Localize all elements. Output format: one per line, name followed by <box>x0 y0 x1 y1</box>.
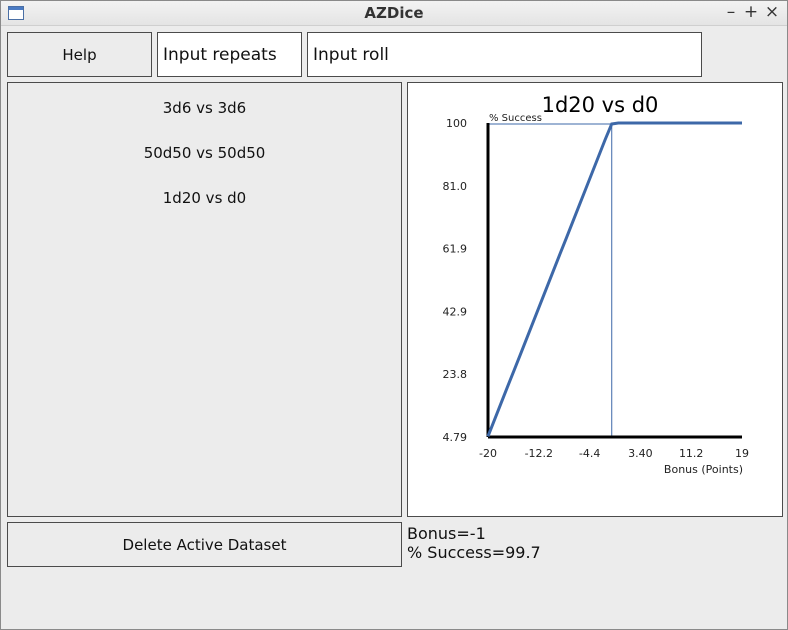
roll-input[interactable]: Input roll <box>307 32 702 77</box>
app-window: AZDice – + × Help Input repeats Input ro… <box>0 0 788 630</box>
title-bar: AZDice – + × <box>1 1 787 26</box>
maximize-icon[interactable]: + <box>742 2 760 22</box>
close-icon[interactable]: × <box>763 2 781 22</box>
y-tick-label: 100 <box>446 117 467 130</box>
y-tick-label: 42.9 <box>443 305 468 318</box>
window-title: AZDice <box>364 4 424 22</box>
success-chart[interactable]: 1d20 vs d0% Success Bonus (Points) 4.79 23.… <box>408 83 782 516</box>
x-tick-label: 11.2 <box>679 447 704 460</box>
delete-dataset-button[interactable]: Delete Active Dataset <box>7 522 402 567</box>
x-tick-label: -12.2 <box>525 447 553 460</box>
chart-title: 1d20 vs d0 <box>542 93 659 117</box>
bonus-readout: Bonus=-1 <box>407 524 486 543</box>
list-item[interactable]: 50d50 vs 50d50 <box>8 144 401 162</box>
x-tick-label: -20 <box>479 447 497 460</box>
chart-panel[interactable]: 1d20 vs d0% Success Bonus (Points) 4.79 23.… <box>407 82 783 517</box>
y-tick-label: 61.9 <box>443 243 468 256</box>
x-tick-label: -4.4 <box>579 447 600 460</box>
success-readout: % Success=99.7 <box>407 543 541 562</box>
help-button[interactable]: Help <box>7 32 152 77</box>
x-tick-label: 3.40 <box>628 447 653 460</box>
dataset-list: 3d6 vs 3d6 50d50 vs 50d50 1d20 vs d0 <box>7 82 402 517</box>
x-tick-label: 19 <box>735 447 749 460</box>
y-tick-label: 23.8 <box>443 368 468 381</box>
success-series-line <box>486 121 742 437</box>
list-item[interactable]: 3d6 vs 3d6 <box>8 99 401 117</box>
y-tick-label: 4.79 <box>443 431 468 444</box>
repeats-input[interactable]: Input repeats <box>157 32 302 77</box>
y-axis-label: % Success <box>489 113 542 124</box>
minimize-icon[interactable]: – <box>722 2 740 22</box>
y-tick-label: 81.0 <box>443 180 468 193</box>
x-axis-label: Bonus (Points) <box>664 463 743 476</box>
list-item[interactable]: 1d20 vs d0 <box>8 189 401 207</box>
